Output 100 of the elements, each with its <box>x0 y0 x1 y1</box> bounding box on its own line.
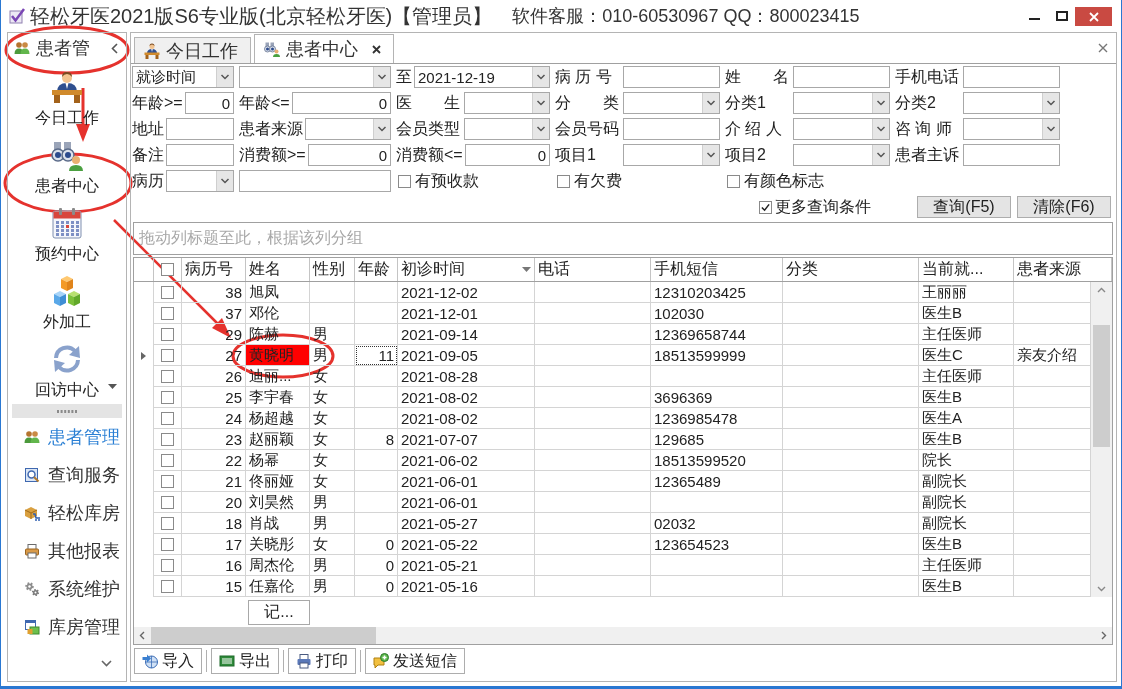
number-field[interactable]: 0 <box>464 144 550 166</box>
text-field[interactable] <box>623 118 720 140</box>
dropdown-field[interactable]: 就诊时间 <box>132 66 234 88</box>
nav-button[interactable]: 预约中心 <box>8 199 126 267</box>
nav-list-item[interactable]: 系统维护 <box>8 570 126 608</box>
dropdown-field[interactable] <box>793 92 890 114</box>
toolbar-button[interactable]: 发送短信 <box>365 648 465 674</box>
checkbox[interactable] <box>398 174 411 188</box>
number-field[interactable]: 0 <box>184 92 234 114</box>
table-cell: 123654523 <box>651 534 783 555</box>
column-header[interactable]: 病历号 <box>182 258 246 281</box>
checkbox[interactable] <box>161 432 174 446</box>
text-field[interactable] <box>623 66 720 88</box>
text-field[interactable] <box>239 170 391 192</box>
table-cell: 11 <box>355 345 398 366</box>
checkbox[interactable] <box>161 369 174 383</box>
dropdown-field[interactable] <box>464 118 550 140</box>
nav-button[interactable]: 患者中心 <box>8 131 126 199</box>
column-header[interactable]: 性别 <box>310 258 355 281</box>
number-field[interactable]: 0 <box>291 92 391 114</box>
column-header[interactable]: 初诊时间 <box>398 258 535 281</box>
text-field[interactable] <box>963 66 1060 88</box>
column-header[interactable]: 姓名 <box>246 258 310 281</box>
checkbox[interactable] <box>161 306 174 320</box>
checkbox[interactable] <box>161 411 174 425</box>
toolbar-button[interactable]: 导入 <box>134 648 202 674</box>
dropdown-field[interactable] <box>963 92 1060 114</box>
nav-list-item[interactable]: 库房管理 <box>8 608 126 646</box>
table-cell: 刘昊然 <box>246 492 310 513</box>
checkbox[interactable] <box>161 495 174 509</box>
text-field[interactable] <box>793 66 890 88</box>
close-icon[interactable] <box>1098 43 1108 53</box>
text-field[interactable] <box>166 144 234 166</box>
nav-button[interactable]: 外加工 <box>8 267 126 335</box>
checkbox[interactable] <box>161 516 174 530</box>
checkbox[interactable] <box>161 348 174 362</box>
vertical-scrollbar[interactable] <box>1091 282 1112 597</box>
dropdown-field[interactable] <box>623 92 720 114</box>
tab[interactable]: 患者中心 <box>254 34 394 63</box>
checkbox[interactable] <box>727 174 740 188</box>
nav-list-item[interactable]: 患者管理 <box>8 418 126 456</box>
nav-list-item[interactable]: 查询服务 <box>8 456 126 494</box>
table-cell: 12310203425 <box>651 282 783 303</box>
table-cell <box>355 324 398 345</box>
collapse-icon[interactable] <box>111 42 118 54</box>
tab-close-icon[interactable] <box>372 44 381 54</box>
toolbar-button[interactable]: 打印 <box>288 648 356 674</box>
action-button[interactable]: 清除(F6) <box>1017 196 1111 218</box>
checkbox[interactable] <box>161 558 174 572</box>
table-cell: 女 <box>310 450 355 471</box>
checkbox[interactable] <box>161 537 174 551</box>
text-field[interactable] <box>166 118 234 140</box>
summary-cell[interactable]: 记... <box>248 599 310 625</box>
splitter-bar[interactable] <box>12 404 122 418</box>
toolbar-button[interactable]: 导出 <box>211 648 279 674</box>
checkbox[interactable] <box>161 390 174 404</box>
checkbox[interactable] <box>161 327 174 341</box>
table-cell: 任嘉伦 <box>246 576 310 597</box>
dropdown-field[interactable] <box>623 144 720 166</box>
table-cell <box>355 366 398 387</box>
column-header[interactable]: 手机短信 <box>651 258 783 281</box>
nav-list-item[interactable]: 其他报表 <box>8 532 126 570</box>
column-header[interactable]: 电话 <box>535 258 651 281</box>
dropdown-field[interactable] <box>793 144 890 166</box>
table-cell: 女 <box>310 534 355 555</box>
dropdown-field[interactable] <box>239 66 391 88</box>
tab[interactable]: 今日工作 <box>134 37 251 63</box>
action-button[interactable]: 查询(F5) <box>917 196 1011 218</box>
table-cell: 38 <box>182 282 246 303</box>
horizontal-scrollbar[interactable] <box>134 627 1112 644</box>
table-cell: 23 <box>182 429 246 450</box>
checkbox[interactable] <box>557 174 570 188</box>
dropdown-field[interactable] <box>963 118 1060 140</box>
scrollbar-thumb[interactable] <box>1093 325 1110 447</box>
table-cell: 12369658744 <box>651 324 783 345</box>
dropdown-caret-icon[interactable] <box>108 384 117 389</box>
column-header[interactable]: 年龄 <box>355 258 398 281</box>
column-header[interactable]: 分类 <box>783 258 919 281</box>
dropdown-field[interactable] <box>305 118 391 140</box>
dropdown-field[interactable] <box>166 170 234 192</box>
close-button[interactable] <box>1075 7 1112 26</box>
text-field[interactable] <box>963 144 1060 166</box>
dropdown-field[interactable] <box>793 118 890 140</box>
column-header[interactable]: 患者来源 <box>1014 258 1112 281</box>
checkbox[interactable] <box>161 263 174 276</box>
date-field[interactable]: 2021-12-19 <box>414 66 550 88</box>
nav-button[interactable]: 回访中心 <box>8 335 126 403</box>
dropdown-field[interactable] <box>464 92 550 114</box>
checkbox[interactable] <box>161 453 174 467</box>
maximize-button[interactable] <box>1056 11 1068 21</box>
table-cell: 20 <box>182 492 246 513</box>
checkbox[interactable] <box>161 474 174 488</box>
checkbox[interactable] <box>161 285 174 299</box>
number-field[interactable]: 0 <box>307 144 391 166</box>
chevron-down-icon[interactable] <box>101 660 112 667</box>
column-header[interactable]: 当前就... <box>919 258 1014 281</box>
checkbox[interactable] <box>161 579 174 593</box>
checkbox[interactable] <box>759 200 772 214</box>
nav-list-item[interactable]: 轻松库房 <box>8 494 126 532</box>
scrollbar-thumb[interactable] <box>151 627 376 644</box>
